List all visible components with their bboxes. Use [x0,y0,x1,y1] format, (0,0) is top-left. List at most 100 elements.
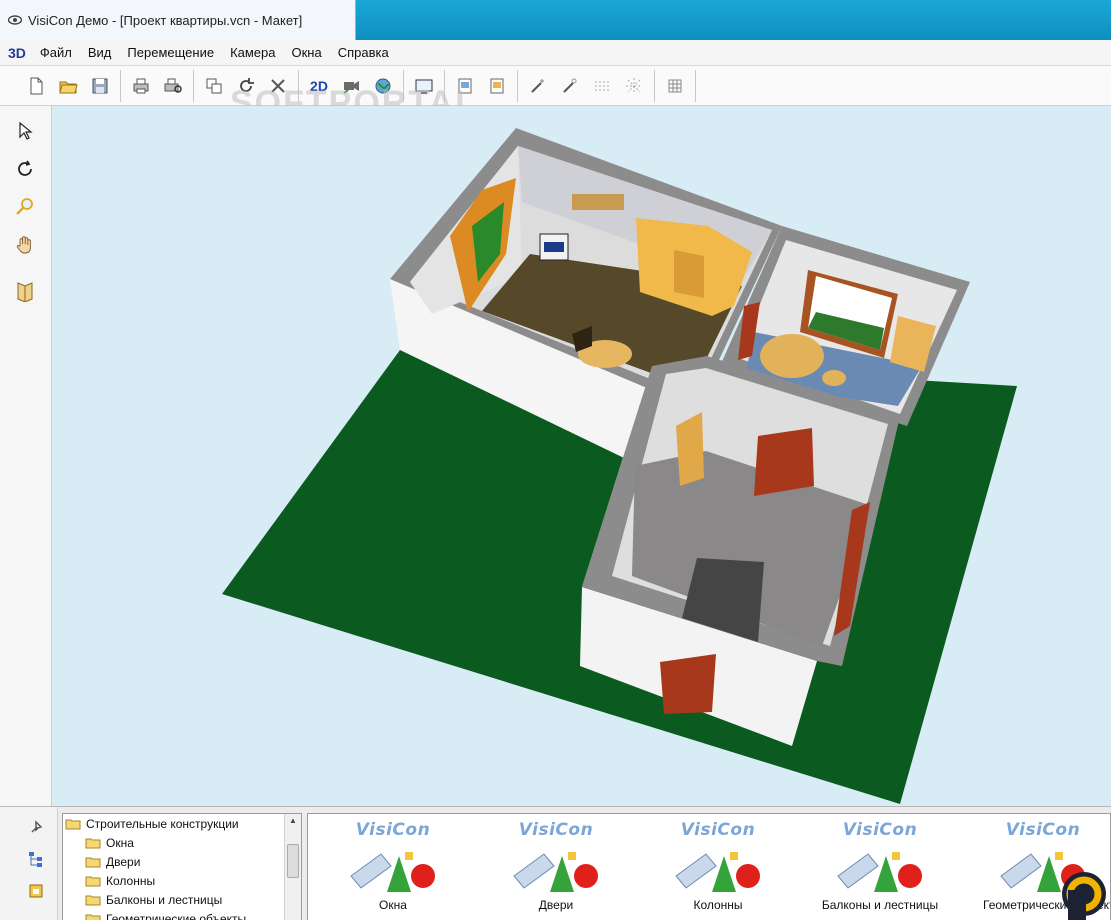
pin-icon [31,820,43,833]
copy-icon [206,78,222,93]
print-preview-button[interactable] [159,72,187,100]
folder-icon [85,895,101,905]
tree-item-doors[interactable]: Двери [63,852,301,871]
tree-root[interactable]: Строительные конструкции [63,814,301,833]
tree-item-geometry[interactable]: Геометрические объекты [63,909,301,920]
kitchen-round-table [760,334,824,378]
new-file-icon [30,77,43,94]
print-button[interactable] [127,72,155,100]
menu-camera[interactable]: Камера [222,43,283,62]
grid-dots-button[interactable] [588,72,616,100]
zoom-tool[interactable] [10,192,40,222]
catalog-logo: VisiCon [518,820,594,840]
camera-button[interactable] [337,72,365,100]
folder-icon [85,838,101,848]
wand-alt-button[interactable] [556,72,584,100]
toolbar-group-view: 2D [299,69,404,102]
zoom-icon [16,198,33,215]
undo-rotate-button[interactable] [232,72,260,100]
select-arrow-icon [19,121,33,140]
toolbar-group-print [121,69,194,102]
wall-icon [17,282,33,302]
globe-button[interactable] [369,72,397,100]
toolbar-group-display [404,69,445,102]
wand-alt-icon [563,78,577,93]
new-file-button[interactable] [22,72,50,100]
tree-item-windows[interactable]: Окна [63,833,301,852]
window-title: VisiCon Демо - [Проект квартиры.vcn - Ма… [28,12,303,28]
wand-button[interactable] [524,72,552,100]
render-button[interactable] [451,72,479,100]
print-icon [133,78,149,93]
menu-logo[interactable]: 3D [8,45,26,61]
toolbar-group-file [16,69,121,102]
tree-item-label: Окна [106,835,134,850]
pan-tool[interactable] [10,230,40,260]
tree-view-icon [29,852,42,867]
undo-rotate-icon [240,77,254,92]
wand-icon [531,78,544,93]
wall-tool[interactable] [10,276,40,306]
folder-open-icon [65,819,81,829]
entrance-door [660,654,716,714]
catalog-item-columns[interactable]: VisiCon Колонны [658,820,778,920]
toolbar-group-tools [518,69,655,102]
scroll-up-icon[interactable]: ▲ [285,814,301,828]
toolbar: 2D [0,66,1111,106]
living-wall-shelf [572,194,624,210]
library-button[interactable] [24,879,48,903]
hand-pan-icon [16,236,31,254]
menu-file[interactable]: Файл [32,43,80,62]
app-eye-icon[interactable] [7,13,23,27]
catalog-item-label: Балконы и лестницы [821,898,939,912]
view-2d-button[interactable]: 2D [305,72,333,100]
render-settings-button[interactable] [483,72,511,100]
menu-help[interactable]: Справка [330,43,397,62]
tree-scrollbar[interactable]: ▲ [284,814,301,920]
catalog-item-balconies[interactable]: VisiCon Балконы и лестницы [820,820,940,920]
tree-item-columns[interactable]: Колонны [63,871,301,890]
open-button[interactable] [54,72,82,100]
tree-item-balconies[interactable]: Балконы и лестницы [63,890,301,909]
rotate-tool[interactable] [10,154,40,184]
corner-logo-icon [1062,872,1106,920]
render-icon [458,78,472,93]
pin-button[interactable] [24,815,48,839]
menu-view[interactable]: Вид [80,43,120,62]
tree-item-label: Колонны [106,873,156,888]
title-bar: VisiCon Демо - [Проект квартиры.vcn - Ма… [0,0,1111,40]
folder-icon [85,914,101,920]
print-preview-icon [164,78,182,93]
catalog-shapes-icon [675,852,760,892]
rotate-icon [18,160,32,176]
bedroom-door [754,428,814,496]
copy-button[interactable] [200,72,228,100]
menu-move[interactable]: Перемещение [119,43,222,62]
folder-icon [85,857,101,867]
delete-button[interactable] [264,72,292,100]
folder-icon [85,876,101,886]
grid-button[interactable] [661,72,689,100]
tree-item-label: Двери [106,854,141,869]
object-tree: Строительные конструкции Окна Двери Коло… [62,813,302,920]
monitor-button[interactable] [410,72,438,100]
catalog-logo: VisiCon [680,820,756,840]
catalog-shapes-icon [350,852,435,892]
catalog-item-label: Двери [538,898,574,912]
3d-viewport[interactable] [52,106,1111,806]
delete-icon [271,78,285,93]
library-icon [29,884,43,898]
menu-windows[interactable]: Окна [284,43,330,62]
catalog-shapes-icon [513,852,598,892]
tree-view-button[interactable] [24,847,48,871]
save-button[interactable] [86,72,114,100]
catalog-item-doors[interactable]: VisiCon Двери [496,820,616,920]
grid-star-button[interactable] [620,72,648,100]
tree-root-label: Строительные конструкции [86,816,239,831]
catalog-item-windows[interactable]: VisiCon Окна [333,820,453,920]
object-catalog: VisiCon Окна VisiCon Двери VisiCon Колон… [307,813,1111,920]
scroll-thumb[interactable] [287,844,299,878]
tree-item-label: Геометрические объекты [106,911,247,920]
select-tool[interactable] [10,116,40,146]
catalog-item-label: Колонны [693,898,743,912]
